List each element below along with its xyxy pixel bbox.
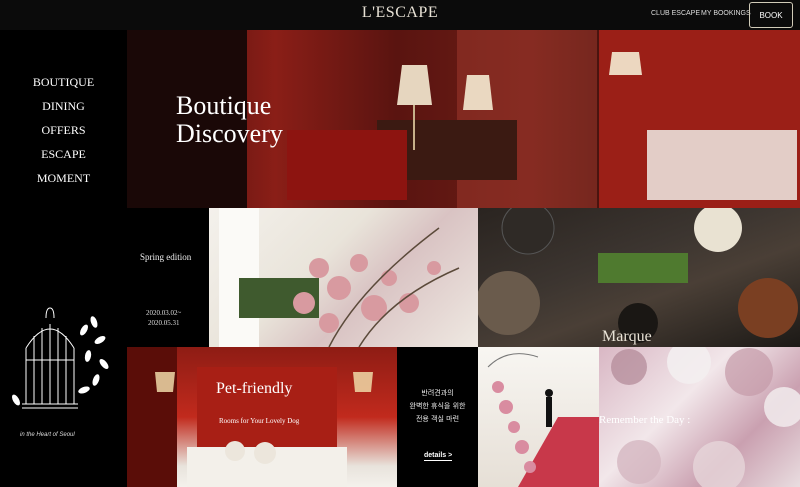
- hero-title-line1: Boutique: [176, 91, 272, 120]
- sidebar-item-dining[interactable]: DINING: [0, 94, 127, 118]
- logo[interactable]: L'ESCAPE: [352, 4, 448, 22]
- tagline: in the Heart of Seoul: [20, 432, 75, 438]
- pet-description: 반려견과의 완벽한 휴식을 위한 전용 객실 마련: [397, 387, 478, 426]
- dining-label: Marque: [602, 328, 652, 345]
- flower-graphic: [219, 208, 460, 347]
- staircase-graphic: [487, 353, 599, 487]
- pet-desc-line3: 전용 객실 마련: [415, 415, 460, 423]
- spring-date-end: 2020.05.31: [148, 319, 180, 327]
- sidebar-nav: BOUTIQUE DINING OFFERS ESCAPE MOMENT: [0, 70, 127, 190]
- sidebar-item-offers[interactable]: OFFERS: [0, 118, 127, 142]
- spring-date-start: 2020.03.02~: [146, 309, 182, 317]
- hero-title[interactable]: Boutique Discovery: [176, 92, 336, 148]
- dining-image[interactable]: [478, 208, 800, 347]
- pet-desc-line1: 반려견과의: [421, 389, 454, 397]
- staircase-image[interactable]: [478, 347, 599, 487]
- sidebar-item-moment[interactable]: MOMENT: [0, 166, 127, 190]
- spring-title: Spring edition: [140, 252, 192, 262]
- book-button[interactable]: BOOK: [749, 2, 793, 28]
- my-bookings-link[interactable]: MY BOOKINGS: [701, 10, 751, 17]
- spring-flower-image[interactable]: [209, 208, 478, 347]
- pet-desc-line2: 완벽한 휴식을 위한: [409, 402, 466, 410]
- club-escape-link[interactable]: CLUB ESCAPE: [651, 10, 700, 17]
- birdcage-illustration: [12, 307, 109, 409]
- sidebar-item-boutique[interactable]: BOUTIQUE: [0, 70, 127, 94]
- pet-subtitle: Rooms for Your Lovely Dog: [219, 417, 300, 425]
- hero-title-line2: Discovery: [176, 119, 283, 148]
- pet-details-link[interactable]: details >: [424, 452, 453, 461]
- sidebar-item-escape[interactable]: ESCAPE: [0, 142, 127, 166]
- pet-title: Pet-friendly: [216, 380, 293, 397]
- food-graphic: [478, 208, 798, 343]
- wedding-title: Remember the Day :: [599, 414, 691, 426]
